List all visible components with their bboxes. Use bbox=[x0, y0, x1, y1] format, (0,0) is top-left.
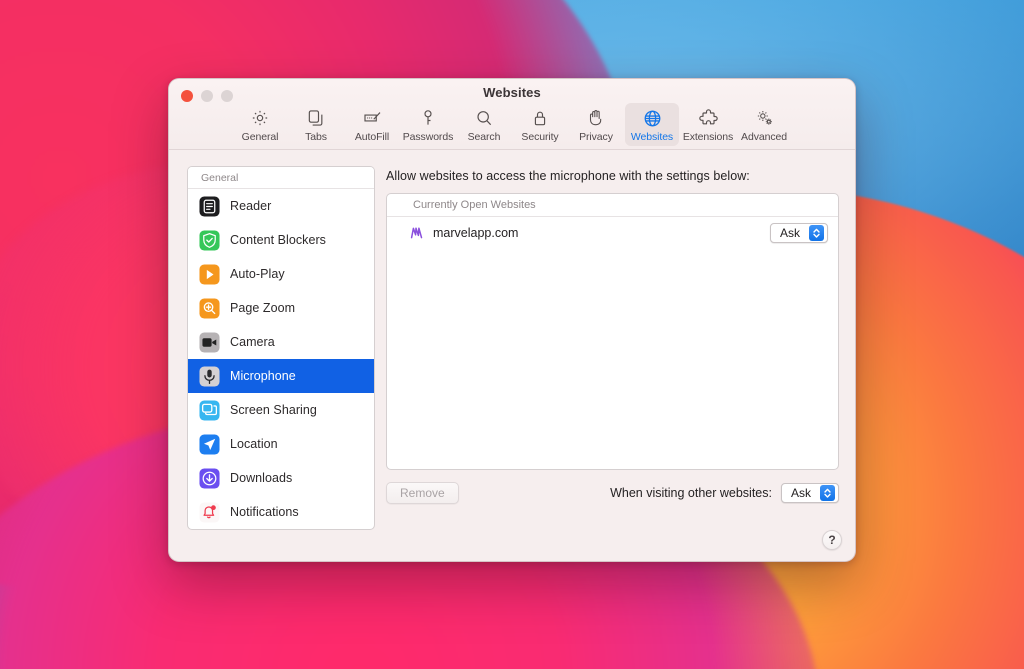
preferences-toolbar: General Tabs AutoFill Passwords Search S… bbox=[169, 103, 855, 146]
downloads-icon bbox=[199, 467, 220, 489]
puzzle-icon bbox=[698, 107, 719, 129]
sidebar-label-camera: Camera bbox=[230, 335, 275, 349]
desktop-wallpaper: Websites General Tabs AutoFill Passwords… bbox=[0, 0, 1024, 669]
sidebar-label-auto-play: Auto-Play bbox=[230, 267, 285, 281]
preferences-body: General Reader Content Blockers Auto-Pla… bbox=[169, 150, 855, 561]
microphone-icon bbox=[199, 365, 220, 387]
list-group-header: Currently Open Websites bbox=[387, 194, 838, 217]
sidebar-item-microphone[interactable]: Microphone bbox=[188, 359, 374, 393]
sidebar-label-reader: Reader bbox=[230, 199, 272, 213]
page-zoom-icon bbox=[199, 297, 220, 319]
toolbar-label-passwords: Passwords bbox=[402, 131, 454, 143]
sidebar-label-content-blockers: Content Blockers bbox=[230, 233, 326, 247]
panel-description: Allow websites to access the microphone … bbox=[386, 169, 750, 183]
lock-icon bbox=[530, 107, 550, 129]
toolbar-label-extensions: Extensions bbox=[682, 131, 734, 143]
tabs-icon bbox=[306, 107, 326, 129]
autofill-icon bbox=[362, 107, 383, 129]
sidebar-item-reader[interactable]: Reader bbox=[188, 189, 374, 223]
toolbar-item-tabs[interactable]: Tabs bbox=[289, 103, 343, 146]
sidebar-item-content-blockers[interactable]: Content Blockers bbox=[188, 223, 374, 257]
sidebar-label-location: Location bbox=[230, 437, 278, 451]
site-permission-value: Ask bbox=[779, 225, 800, 240]
sidebar-header: General bbox=[188, 167, 374, 189]
other-websites-label: When visiting other websites: bbox=[610, 486, 772, 500]
gear-icon bbox=[250, 107, 270, 129]
website-list: Currently Open Websites marvelapp.com As… bbox=[386, 193, 839, 470]
toolbar-item-general[interactable]: General bbox=[233, 103, 287, 146]
websites-main-panel: Allow websites to access the microphone … bbox=[386, 166, 839, 561]
sidebar-item-page-zoom[interactable]: Page Zoom bbox=[188, 291, 374, 325]
panel-bottom-row: Remove When visiting other websites: Ask bbox=[386, 482, 839, 504]
sidebar-label-screen-sharing: Screen Sharing bbox=[230, 403, 317, 417]
safari-preferences-window: Websites General Tabs AutoFill Passwords… bbox=[168, 78, 856, 562]
help-button[interactable]: ? bbox=[822, 530, 842, 550]
toolbar-item-extensions[interactable]: Extensions bbox=[681, 103, 735, 146]
other-websites-control: When visiting other websites: Ask bbox=[610, 483, 839, 503]
marvelapp-favicon bbox=[409, 225, 425, 241]
toolbar-item-search[interactable]: Search bbox=[457, 103, 511, 146]
search-icon bbox=[474, 107, 494, 129]
sidebar-label-microphone: Microphone bbox=[230, 369, 296, 383]
sidebar-item-camera[interactable]: Camera bbox=[188, 325, 374, 359]
toolbar-item-passwords[interactable]: Passwords bbox=[401, 103, 455, 146]
remove-button[interactable]: Remove bbox=[386, 482, 459, 504]
chevron-updown-icon bbox=[820, 485, 835, 501]
chevron-updown-icon bbox=[809, 224, 824, 241]
content-blockers-icon bbox=[199, 229, 220, 251]
other-websites-dropdown[interactable]: Ask bbox=[780, 483, 839, 503]
window-title: Websites bbox=[483, 85, 541, 100]
screen-sharing-icon bbox=[199, 399, 220, 421]
window-titlebar: Websites General Tabs AutoFill Passwords… bbox=[169, 79, 855, 150]
toolbar-item-websites[interactable]: Websites bbox=[625, 103, 679, 146]
table-row[interactable]: marvelapp.com Ask bbox=[387, 217, 838, 248]
key-icon bbox=[418, 107, 438, 129]
toolbar-label-general: General bbox=[241, 131, 279, 143]
toolbar-label-tabs: Tabs bbox=[305, 131, 327, 143]
sidebar-label-page-zoom: Page Zoom bbox=[230, 301, 296, 315]
globe-icon bbox=[642, 107, 663, 129]
auto-play-icon bbox=[199, 263, 220, 285]
sidebar-item-auto-play[interactable]: Auto-Play bbox=[188, 257, 374, 291]
toolbar-label-privacy: Privacy bbox=[579, 131, 613, 143]
toolbar-label-autofill: AutoFill bbox=[354, 131, 390, 143]
toolbar-item-privacy[interactable]: Privacy bbox=[569, 103, 623, 146]
site-permission-dropdown[interactable]: Ask bbox=[769, 222, 828, 243]
camera-icon bbox=[199, 331, 220, 353]
sidebar-item-screen-sharing[interactable]: Screen Sharing bbox=[188, 393, 374, 427]
sidebar-item-location[interactable]: Location bbox=[188, 427, 374, 461]
sidebar-label-notifications: Notifications bbox=[230, 505, 299, 519]
gears-icon bbox=[754, 107, 775, 129]
websites-sidebar: General Reader Content Blockers Auto-Pla… bbox=[187, 166, 375, 530]
site-name: marvelapp.com bbox=[433, 225, 519, 240]
location-icon bbox=[199, 433, 220, 455]
toolbar-label-search: Search bbox=[467, 131, 501, 143]
reader-icon bbox=[199, 195, 220, 217]
sidebar-item-notifications[interactable]: Notifications bbox=[188, 495, 374, 529]
toolbar-item-advanced[interactable]: Advanced bbox=[737, 103, 791, 146]
toolbar-label-security: Security bbox=[521, 131, 559, 143]
notifications-icon bbox=[199, 501, 220, 523]
toolbar-item-security[interactable]: Security bbox=[513, 103, 567, 146]
hand-icon bbox=[586, 107, 606, 129]
toolbar-label-advanced: Advanced bbox=[741, 131, 787, 143]
sidebar-label-downloads: Downloads bbox=[230, 471, 293, 485]
toolbar-label-websites: Websites bbox=[630, 131, 674, 143]
sidebar-item-downloads[interactable]: Downloads bbox=[188, 461, 374, 495]
other-websites-value: Ask bbox=[790, 486, 811, 500]
toolbar-item-autofill[interactable]: AutoFill bbox=[345, 103, 399, 146]
